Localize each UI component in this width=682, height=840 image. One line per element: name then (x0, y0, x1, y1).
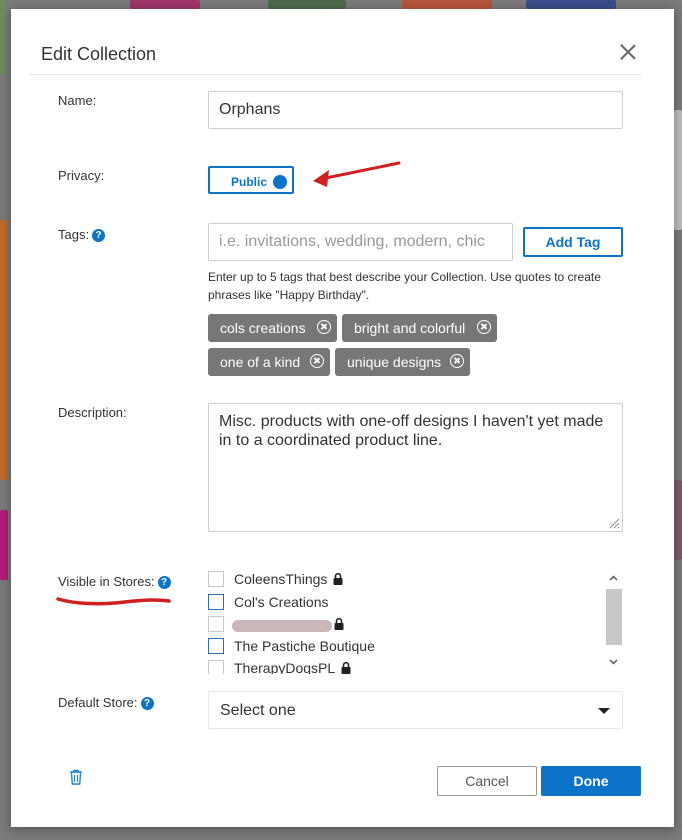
resize-grip-icon[interactable] (608, 517, 620, 529)
tag-chip: bright and colorful (342, 314, 497, 342)
tag-chip-label: one of a kind (220, 354, 301, 370)
done-button[interactable]: Done (541, 766, 641, 796)
background-tile (674, 480, 682, 560)
chevron-down-icon[interactable] (609, 657, 618, 666)
remove-tag-icon[interactable] (317, 320, 331, 334)
background-tile (0, 220, 8, 480)
store-checkbox[interactable] (208, 638, 224, 654)
background-tile (0, 0, 6, 75)
remove-tag-icon[interactable] (310, 354, 324, 368)
tags-label: Tags: (58, 227, 90, 242)
tag-chip: cols creations (208, 314, 337, 342)
help-icon[interactable]: ? (157, 576, 171, 589)
description-label: Description: (58, 405, 127, 420)
background-tile (402, 0, 492, 9)
store-option: The Pastiche Boutique (208, 636, 588, 656)
red-underline-annotation (56, 597, 171, 606)
default-store-value: Select one (220, 702, 296, 719)
dialog-title: Edit Collection (41, 44, 157, 64)
lock-icon (334, 618, 344, 630)
store-option (208, 614, 588, 634)
edit-collection-dialog: Edit Collection Name: Privacy: Public Ta… (11, 9, 674, 827)
store-name: The Pastiche Boutique (234, 638, 375, 654)
stores-list: ColeensThings Col's Creations The Pastic… (208, 569, 623, 674)
tag-chip: unique designs (335, 348, 470, 376)
red-arrow-annotation (313, 161, 401, 187)
background-tile (268, 0, 346, 9)
store-checkbox[interactable] (208, 594, 224, 610)
tag-chip-label: unique designs (347, 354, 442, 370)
stores-label-wrap: Visible in Stores:? (58, 574, 171, 589)
tags-label-wrap: Tags:? (58, 227, 106, 242)
store-checkbox[interactable] (208, 660, 224, 674)
store-name: ColeensThings (234, 571, 343, 587)
scrollbar-thumb[interactable] (606, 589, 622, 645)
default-store-select[interactable]: Select one (208, 691, 623, 729)
stores-scrollbar[interactable] (605, 571, 622, 671)
add-tag-button[interactable]: Add Tag (523, 227, 623, 257)
default-store-label: Default Store: (58, 695, 138, 710)
tags-helper-text: Enter up to 5 tags that best describe yo… (208, 270, 601, 302)
chevron-up-icon[interactable] (609, 574, 618, 583)
background-tile (526, 0, 616, 9)
close-icon[interactable] (617, 42, 639, 64)
store-option: Col's Creations (208, 592, 588, 612)
store-name: TherapyDogsPL (234, 660, 351, 674)
store-checkbox[interactable] (208, 571, 224, 587)
privacy-label: Privacy: (58, 168, 105, 183)
privacy-value: Public (231, 175, 268, 189)
store-checkbox[interactable] (208, 616, 224, 632)
name-input[interactable] (208, 91, 623, 129)
background-tile (130, 0, 200, 9)
help-icon[interactable]: ? (92, 229, 106, 242)
remove-tag-icon[interactable] (477, 320, 491, 334)
background-tile (0, 510, 8, 580)
cancel-button[interactable]: Cancel (437, 766, 537, 796)
store-name: Col's Creations (234, 594, 329, 610)
tag-chip-label: cols creations (220, 320, 306, 336)
help-icon[interactable]: ? (140, 697, 154, 710)
lock-icon (341, 662, 351, 674)
lock-icon (333, 573, 343, 585)
privacy-toggle[interactable]: Public (208, 166, 294, 194)
store-option: ColeensThings (208, 569, 588, 589)
stores-label: Visible in Stores: (58, 574, 155, 589)
description-textarea[interactable]: Misc. products with one-off designs I ha… (208, 403, 623, 532)
default-store-label-wrap: Default Store:? (58, 695, 154, 710)
caret-down-icon (598, 708, 610, 714)
toggle-knob-icon (273, 175, 287, 189)
redacted-store-name (232, 620, 332, 632)
background-tile (674, 110, 682, 230)
name-label: Name: (58, 93, 97, 108)
tag-chip: one of a kind (208, 348, 330, 376)
trash-icon[interactable] (69, 769, 83, 785)
dialog-header: Edit Collection (29, 9, 641, 75)
store-option: TherapyDogsPL (208, 658, 588, 674)
tag-input[interactable] (208, 223, 513, 261)
tag-chip-label: bright and colorful (354, 320, 466, 336)
remove-tag-icon[interactable] (450, 354, 464, 368)
